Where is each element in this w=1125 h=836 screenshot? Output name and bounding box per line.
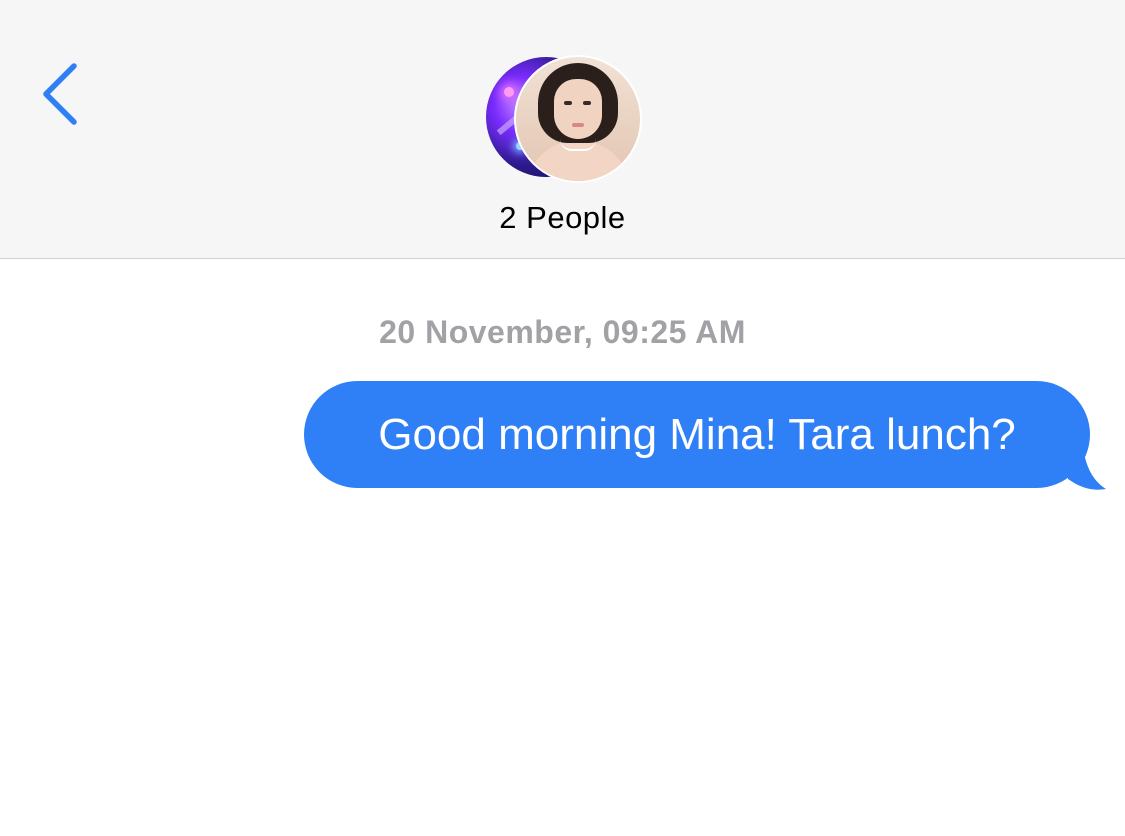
message-timestamp: 20 November, 09:25 AM xyxy=(379,314,746,350)
conversation-header: 2 People xyxy=(0,0,1125,259)
participant-avatar xyxy=(514,55,642,183)
outgoing-message-bubble[interactable]: Good morning Mina! Tara lunch? xyxy=(304,381,1090,488)
message-row: Good morning Mina! Tara lunch? xyxy=(304,381,1106,491)
chevron-left-icon xyxy=(43,63,77,125)
group-avatar-stack[interactable] xyxy=(486,55,642,183)
messages-app: 2 People 20 November, 09:25 AM Good morn… xyxy=(0,0,1125,836)
conversation-title[interactable]: 2 People xyxy=(0,200,1125,236)
back-button[interactable] xyxy=(30,58,90,128)
message-text: Good morning Mina! Tara lunch? xyxy=(378,410,1016,459)
